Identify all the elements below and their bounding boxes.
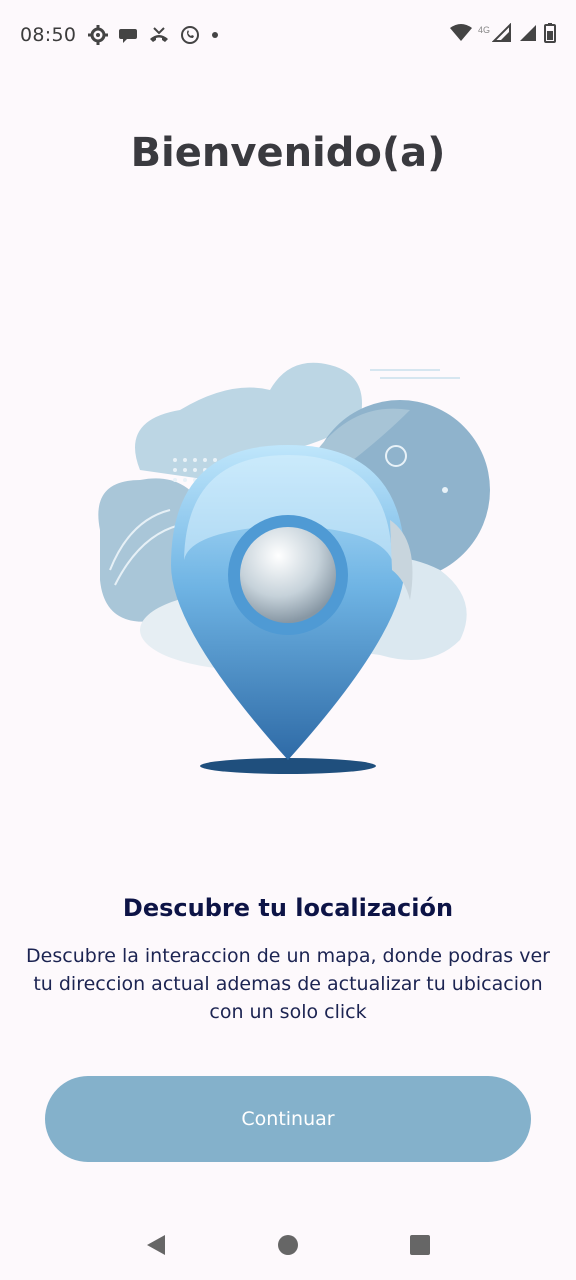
missed-call-icon — [148, 25, 170, 45]
system-icons: 4G — [449, 22, 556, 48]
network-type-label: 4G — [477, 25, 490, 35]
description-text: Descubre la interaccion de un mapa, dond… — [26, 945, 550, 1023]
notification-icons — [88, 25, 220, 45]
recents-icon[interactable] — [409, 1234, 431, 1256]
signal-icon-2 — [518, 23, 538, 48]
page-title: Bienvenido(a) — [130, 130, 446, 176]
settings-icon — [88, 25, 109, 45]
dot-icon — [210, 30, 220, 40]
signal-icon — [491, 22, 512, 48]
wifi-icon — [449, 23, 472, 47]
battery-icon — [544, 22, 556, 48]
whatsapp-icon — [180, 25, 200, 45]
message-icon — [118, 25, 138, 45]
section-heading: Descubre tu localización — [122, 894, 454, 922]
continue-button[interactable]: Continuar — [45, 1076, 531, 1162]
home-icon[interactable] — [277, 1234, 299, 1256]
status-time: 08:50 — [20, 24, 77, 46]
status-bar: 08:50 4G — [0, 0, 576, 70]
navigation-bar — [0, 1210, 576, 1280]
location-pin-illustration — [80, 340, 500, 790]
back-icon[interactable] — [145, 1233, 167, 1257]
